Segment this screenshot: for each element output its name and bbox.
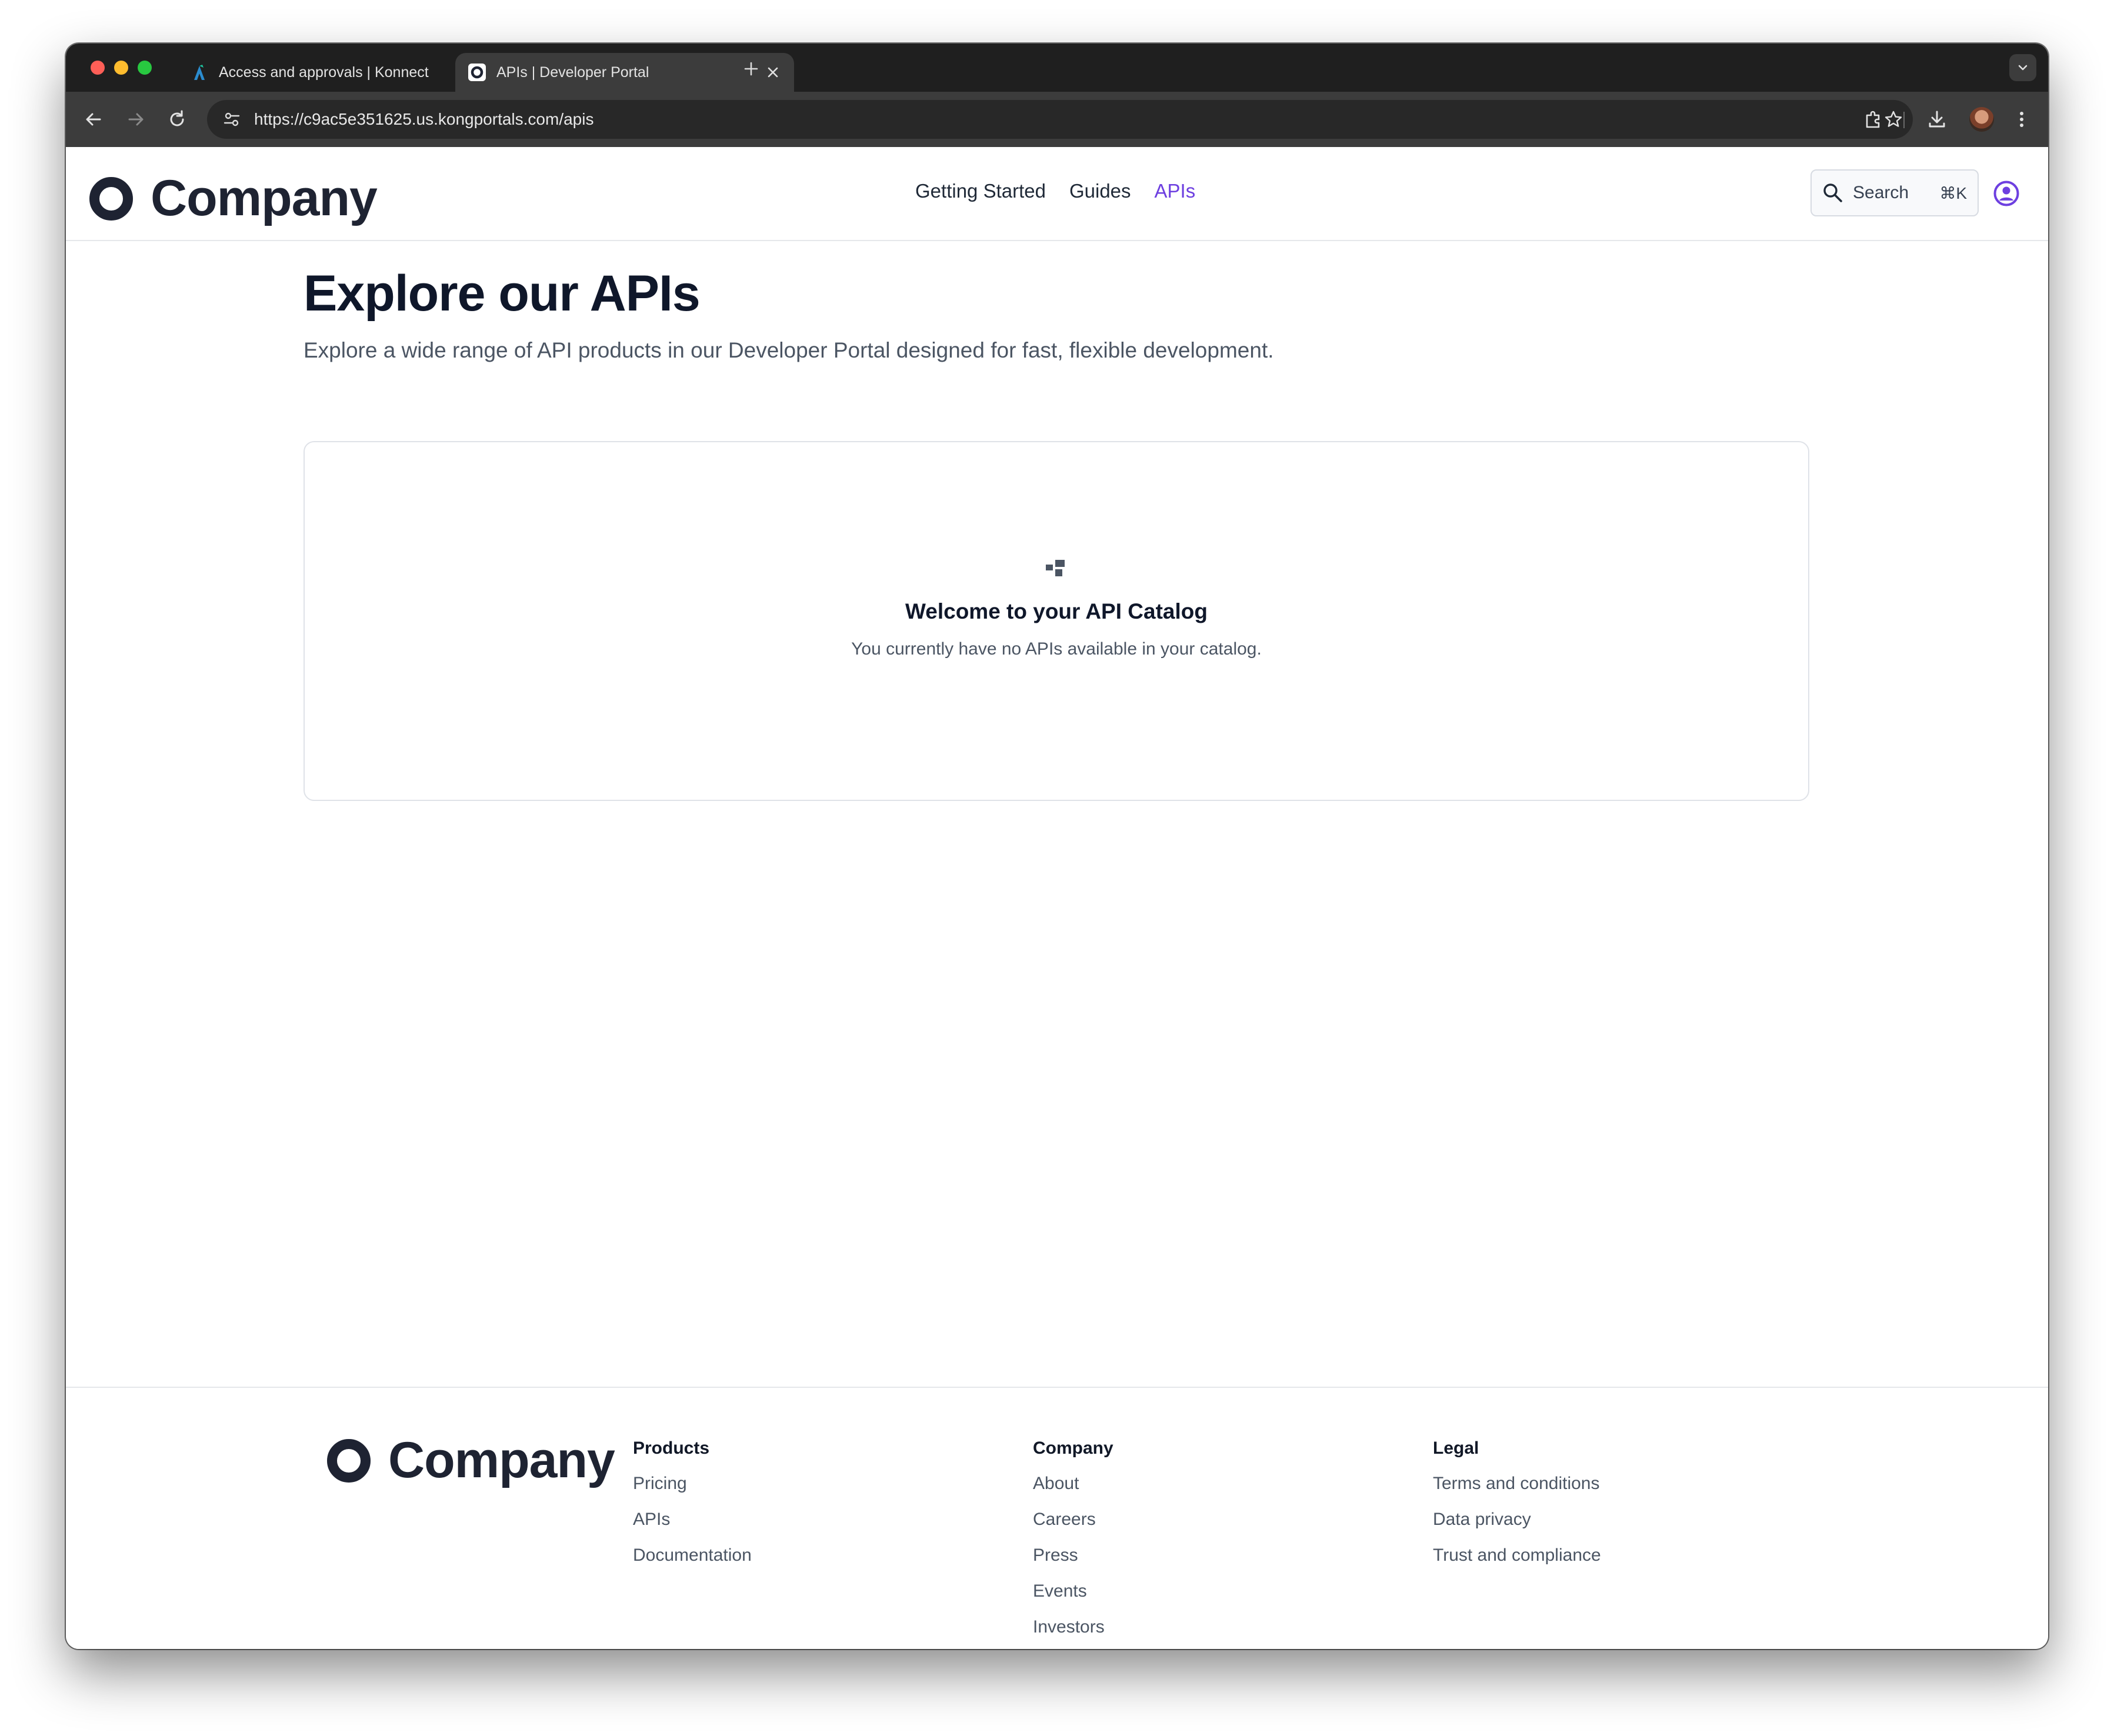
nav-getting-started[interactable]: Getting Started	[915, 180, 1046, 202]
web-page: Company Getting Started Guides APIs Sear…	[66, 147, 2048, 1649]
chevron-down-icon	[2018, 65, 2028, 71]
footer-link-careers[interactable]: Careers	[1033, 1510, 1113, 1530]
footer-column-legal: Legal Terms and conditions Data privacy …	[1433, 1438, 1601, 1581]
user-account-icon[interactable]	[1993, 180, 2020, 207]
new-tab-icon[interactable]	[742, 60, 760, 78]
nav-apis[interactable]: APIs	[1155, 180, 1196, 202]
search-shortcut: ⌘K	[1939, 183, 1967, 202]
api-catalog-panel: Welcome to your API Catalog You currentl…	[304, 441, 1809, 801]
more-menu-icon[interactable]	[2010, 108, 2033, 131]
footer-column-company: Company About Careers Press Events Inves…	[1033, 1438, 1113, 1649]
profile-avatar[interactable]	[1969, 107, 1994, 132]
toolbar-divider	[1903, 112, 1905, 128]
search-button[interactable]: Search ⌘K	[1810, 169, 1979, 216]
site-header: Company Getting Started Guides APIs Sear…	[66, 147, 2048, 241]
catalog-blocks-icon	[1046, 560, 1065, 576]
browser-toolbar: https://c9ac5e351625.us.kongportals.com/…	[66, 92, 2048, 147]
footer-heading: Company	[1033, 1438, 1113, 1458]
site-settings-icon[interactable]	[222, 110, 241, 129]
site-footer: Company Products Pricing APIs Documentat…	[66, 1387, 2048, 1649]
logo-text: Company	[151, 170, 378, 226]
footer-heading: Products	[633, 1438, 710, 1458]
footer-link-apis[interactable]: APIs	[633, 1510, 752, 1530]
browser-window: Access and approvals | Konnect APIs | De…	[66, 44, 2048, 1649]
company-logo[interactable]: Company	[89, 169, 378, 228]
search-label: Search	[1853, 183, 1909, 202]
close-window-button[interactable]	[91, 61, 105, 75]
reload-icon[interactable]	[166, 108, 188, 131]
footer-heading: Legal	[1433, 1438, 1479, 1458]
nav-guides[interactable]: Guides	[1069, 180, 1131, 202]
tab-strip: Access and approvals | Konnect APIs | De…	[66, 44, 2048, 92]
footer-link-trust[interactable]: Trust and compliance	[1433, 1545, 1601, 1565]
maximize-window-button[interactable]	[138, 61, 152, 75]
url-text: https://c9ac5e351625.us.kongportals.com/…	[254, 110, 594, 128]
search-icon	[1823, 183, 1842, 202]
forward-arrow-icon[interactable]	[125, 108, 147, 131]
main-content: Explore our APIs Explore a wide range of…	[304, 265, 1810, 801]
footer-link-press[interactable]: Press	[1033, 1545, 1113, 1565]
tab-title: Access and approvals | Konnect	[219, 64, 429, 81]
logo-ring-icon	[89, 176, 133, 221]
footer-link-terms[interactable]: Terms and conditions	[1433, 1474, 1601, 1494]
footer-link-documentation[interactable]: Documentation	[633, 1545, 752, 1565]
address-bar[interactable]: https://c9ac5e351625.us.kongportals.com/…	[207, 100, 1913, 139]
minimize-window-button[interactable]	[114, 61, 128, 75]
footer-link-investors[interactable]: Investors	[1033, 1617, 1113, 1637]
bookmark-star-icon[interactable]	[1883, 109, 1903, 129]
footer-link-data-privacy[interactable]: Data privacy	[1433, 1510, 1601, 1530]
extensions-puzzle-icon[interactable]	[1862, 108, 1885, 131]
tab-search-button[interactable]	[2009, 54, 2036, 81]
main-nav: Getting Started Guides APIs	[915, 180, 1195, 202]
logo-ring-icon	[327, 1438, 371, 1483]
empty-state-message: You currently have no APIs available in …	[851, 639, 1262, 659]
download-icon[interactable]	[1926, 108, 1948, 131]
footer-column-products: Products Pricing APIs Documentation	[633, 1438, 752, 1581]
back-arrow-icon[interactable]	[82, 108, 105, 131]
footer-logo[interactable]: Company	[327, 1431, 615, 1490]
footer-link-events[interactable]: Events	[1033, 1581, 1113, 1601]
footer-link-pricing[interactable]: Pricing	[633, 1474, 752, 1494]
empty-state-title: Welcome to your API Catalog	[905, 599, 1208, 623]
page-title: Explore our APIs	[304, 265, 701, 322]
portal-favicon-icon	[468, 64, 486, 81]
tab-title: APIs | Developer Portal	[496, 64, 649, 81]
footer-link-about[interactable]: About	[1033, 1474, 1113, 1494]
close-tab-icon[interactable]	[765, 64, 781, 81]
konnect-favicon-icon	[194, 65, 205, 80]
empty-state: Welcome to your API Catalog You currentl…	[305, 557, 1808, 659]
logo-text: Company	[388, 1432, 615, 1488]
page-subtitle: Explore a wide range of API products in …	[304, 338, 1274, 362]
